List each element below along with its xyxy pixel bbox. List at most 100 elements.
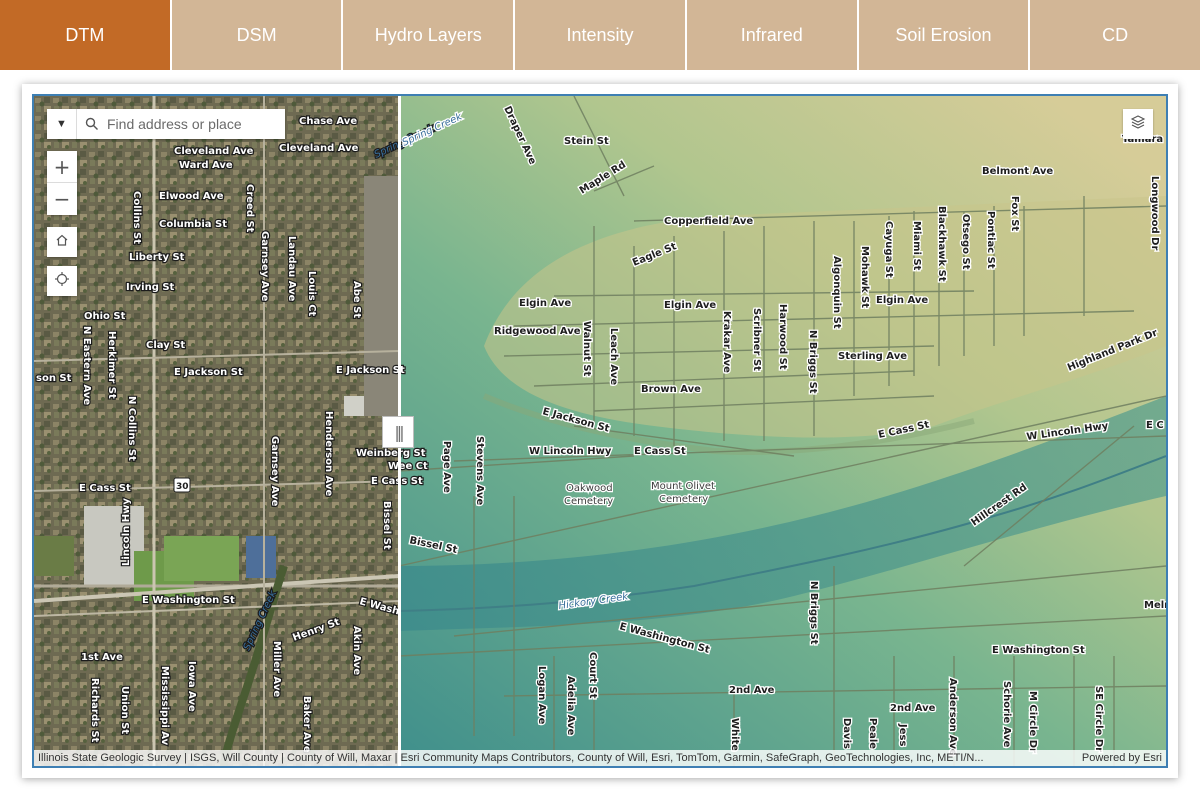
search-widget: ▼ [47,109,285,139]
map-label: 2nd Ave [729,685,775,696]
map-label: E Jackson St [174,367,243,378]
map-label: Cleveland Ave [174,146,254,157]
zoom-out-button[interactable]: − [47,183,77,215]
map-label: E Washington St [142,595,235,606]
map-label: Lincoln Hwy [121,498,132,566]
map-label: W Lincoln Hwy [529,446,612,457]
map-label: Harwood St [777,304,788,370]
map-card: Chase Ave Cleveland Ave Cleveland Ave Wa… [22,84,1178,778]
layers-icon [1130,114,1146,135]
map-label: Ward Ave [179,160,233,171]
map-label: Elgin Ave [519,298,571,309]
map-label: son St [36,373,72,384]
map-label: E C [1146,420,1164,431]
map-label: Ridgewood Ave [494,326,581,337]
map-view[interactable]: Chase Ave Cleveland Ave Cleveland Ave Wa… [32,94,1168,768]
map-label: Henderson Ave [323,411,334,496]
map-label: Court St [587,652,598,699]
tab-infrared[interactable]: Infrared [686,0,859,70]
map-label: Baker Ave [301,696,312,753]
map-label: Irving St [126,282,175,293]
map-label: Miami St [911,221,922,271]
map-label: Elgin Ave [664,300,716,311]
map-label: Creed St [244,184,255,233]
attribution-text[interactable]: Illinois State Geologic Survey | ISGS, W… [38,752,1072,764]
map-label: Wee Ct [388,461,428,472]
map-label: Bissel St [381,501,392,550]
map-label: Algonquin St [831,256,842,329]
map-label: Iowa Ave [186,661,197,712]
map-canvas[interactable]: Chase Ave Cleveland Ave Cleveland Ave Wa… [34,96,1166,766]
map-label: N Collins St [126,396,137,461]
map-label: Fox St [1009,196,1020,231]
map-label: Stein St [564,136,609,147]
layer-list-button[interactable] [1123,109,1153,139]
map-label: Garnsey Ave [269,436,280,507]
map-label: Chase Ave [299,116,357,127]
map-label: Adelia Ave [565,676,576,736]
map-label: Collins St [131,191,142,244]
tab-intensity[interactable]: Intensity [515,0,687,70]
map-label: Jess [897,723,908,746]
map-label: Pontiac St [985,211,996,269]
map-label: Akin Ave [351,626,362,675]
map-label: Abe St [351,281,362,318]
map-label: Miller Ave [271,641,282,697]
tab-dtm[interactable]: DTM [0,0,172,70]
map-label: Schorie Ave [1001,681,1012,748]
map-label: 2nd Ave [890,703,936,714]
map-label: Peale [867,718,878,749]
map-label: E Washington St [992,645,1085,656]
map-label: Melr [1144,600,1166,611]
map-label: Stevens Ave [474,436,485,506]
tab-hydro-layers[interactable]: Hydro Layers [343,0,516,70]
locate-button[interactable] [47,266,77,296]
home-icon [55,233,69,252]
map-attribution: Illinois State Geologic Survey | ISGS, W… [34,750,1166,766]
layer-tabs: DTM DSM Hydro Layers Intensity Infrared … [0,0,1200,70]
powered-by-esri-link[interactable]: Powered by Esri [1082,752,1162,764]
route-30-label: 30 [176,482,189,492]
map-label: Blackhawk St [936,206,947,282]
map-label: Walnut St [581,321,592,377]
map-label: Longwood Dr [1149,176,1160,250]
map-label: Herkimer St [106,331,117,399]
zoom-controls: + − [47,151,77,215]
map-label: Landau Ave [286,236,297,302]
tab-cd[interactable]: CD [1030,0,1200,70]
map-label: Liberty St [129,252,185,263]
map-label: Krakar Ave [721,311,732,373]
map-label: Mohawk St [859,246,870,308]
map-label: Page Ave [441,441,452,493]
map-label: Scribner St [751,308,762,371]
map-label: Cemetery [659,494,708,505]
tab-dsm[interactable]: DSM [171,0,344,70]
map-label: Copperfield Ave [664,216,753,227]
map-label: Mississippi Av [159,666,170,746]
search-input[interactable] [107,110,277,138]
map-label: E Cass St [634,446,686,457]
map-label: Cayuga St [883,221,894,278]
map-label: Weinberg St [356,448,426,459]
map-label: Columbia St [159,219,227,230]
map-label: Otsego St [960,214,971,270]
swipe-handle[interactable]: ||| [382,416,414,448]
zoom-in-button[interactable]: + [47,151,77,183]
caret-down-icon[interactable]: ▼ [47,109,77,139]
map-label: Cleveland Ave [279,143,359,154]
map-label: Ohio St [84,311,126,322]
map-label: Richards St [89,678,100,743]
map-label: Union St [119,686,130,734]
map-label: Leach Ave [608,328,619,385]
map-label: Elgin Ave [876,295,928,306]
locate-icon [54,271,70,292]
map-label: White [729,718,740,751]
map-label: E Cass St [79,483,131,494]
map-label: Brown Ave [641,384,701,395]
map-label: Elwood Ave [159,191,224,202]
map-label: Oakwood [566,483,613,494]
home-button[interactable] [47,227,77,257]
tab-soil-erosion[interactable]: Soil Erosion [858,0,1031,70]
map-label: Mount Olivet [651,481,715,492]
map-label: SE Circle Dr [1093,686,1104,752]
